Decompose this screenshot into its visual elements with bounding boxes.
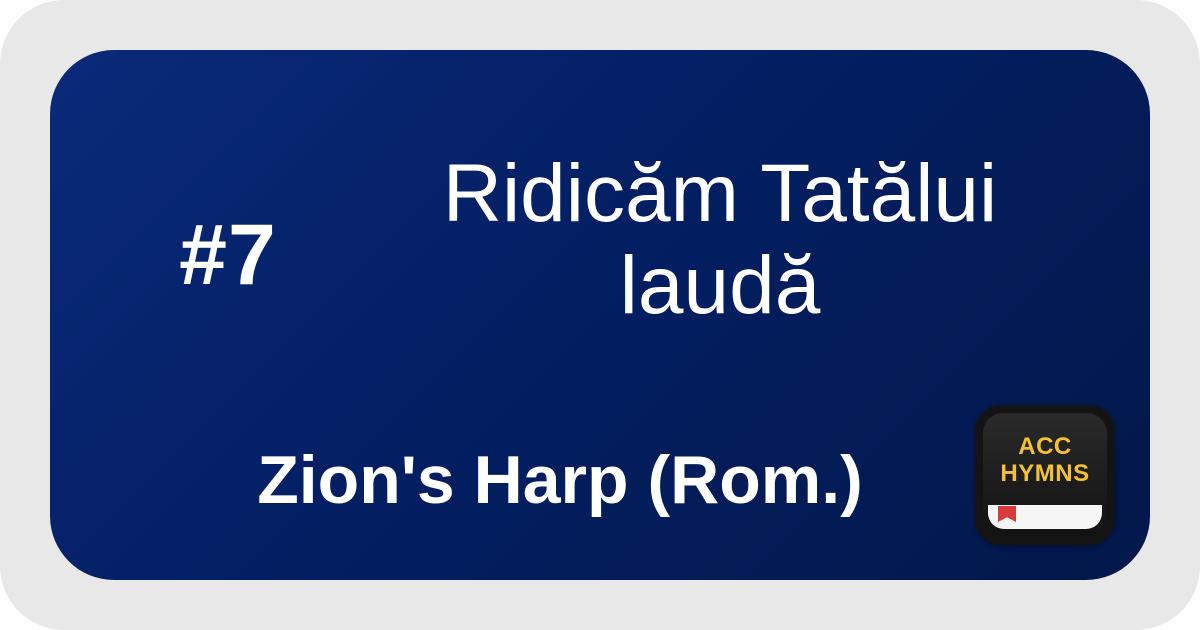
logo-text: ACC HYMNS	[985, 433, 1105, 487]
hymn-card: #7 Ridicăm Tatălui laudă Zion's Harp (Ro…	[50, 50, 1150, 580]
hymnal-name: Zion's Harp (Rom.)	[257, 442, 863, 518]
hymn-title: Ridicăm Tatălui laudă	[442, 148, 998, 331]
logo-text-line1: ACC	[1018, 433, 1072, 460]
hymn-number: #7	[179, 206, 277, 303]
outer-frame: #7 Ridicăm Tatălui laudă Zion's Harp (Ro…	[0, 0, 1200, 630]
logo-text-line2: HYMNS	[1000, 460, 1090, 487]
acc-hymns-logo-icon: ACC HYMNS	[975, 405, 1115, 545]
